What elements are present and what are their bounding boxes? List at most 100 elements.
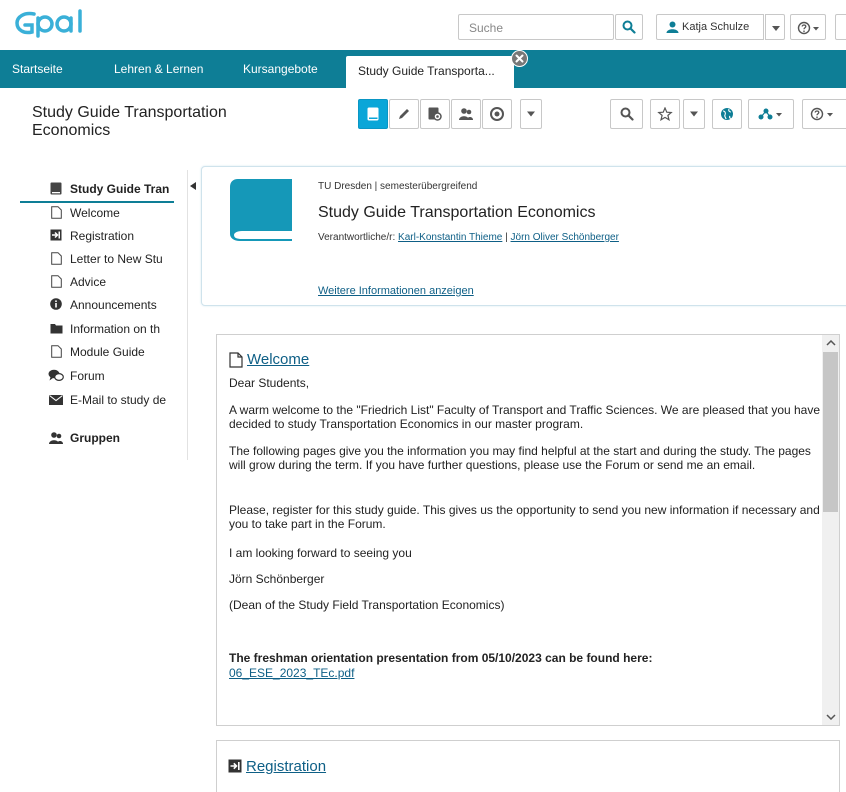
folder-icon <box>50 324 63 334</box>
enrollment-icon <box>50 229 62 241</box>
course-view-button[interactable] <box>358 99 388 129</box>
tab-study-guide[interactable]: Study Guide Transporta... <box>346 56 514 88</box>
caret-down-icon <box>527 111 535 117</box>
tree-item-registration[interactable]: Registration <box>0 225 188 247</box>
tree-item-label: Module Guide <box>70 345 145 359</box>
help-icon <box>797 21 819 35</box>
responsible-link-thieme[interactable]: Karl-Konstantin Thieme <box>398 232 502 243</box>
more-button[interactable] <box>835 14 846 40</box>
welcome-element: Welcome Dear Students, A warm welcome to… <box>216 334 840 726</box>
book-icon <box>367 107 379 121</box>
language-button[interactable] <box>712 99 742 129</box>
welcome-paragraph: The following pages give you the informa… <box>229 444 811 472</box>
groups-icon <box>49 432 63 444</box>
assessment-button[interactable] <box>482 99 512 129</box>
tab-close-button[interactable] <box>511 50 528 67</box>
welcome-paragraph: A warm welcome to the "Friedrich List" F… <box>229 403 821 431</box>
tree-item-root[interactable]: Study Guide Tran <box>0 178 188 200</box>
globe-icon <box>721 108 733 120</box>
tree-item-forum[interactable]: Forum <box>0 365 188 387</box>
user-menu-button[interactable]: Katja Schulze <box>656 14 764 40</box>
tree-item-announcements[interactable]: Announcements <box>0 294 188 316</box>
star-icon <box>657 107 673 121</box>
tree-item-label: Announcements <box>70 298 157 312</box>
share-button[interactable] <box>748 99 794 129</box>
search-button[interactable] <box>615 14 643 40</box>
tree-item-information[interactable]: Information on th <box>0 318 188 340</box>
welcome-paragraph: Please, register for this study guide. T… <box>229 503 820 531</box>
registration-heading-link[interactable]: Registration <box>246 758 326 775</box>
book-icon <box>50 182 62 195</box>
help-icon <box>810 107 833 121</box>
share-icon <box>758 108 782 120</box>
user-name: Katja Schulze <box>682 21 750 33</box>
nav-link-kursangebote[interactable]: Kursangebote <box>243 62 318 76</box>
nav-link-startseite[interactable]: Startseite <box>12 62 63 76</box>
forum-icon <box>48 369 64 382</box>
search-icon <box>622 20 636 34</box>
user-menu-dropdown[interactable] <box>765 14 785 40</box>
edit-button[interactable] <box>389 99 419 129</box>
course-help-button[interactable] <box>802 99 846 129</box>
bookmark-button[interactable] <box>650 99 680 129</box>
tree-item-letter[interactable]: Letter to New Stu <box>0 248 188 270</box>
members-icon <box>459 108 473 120</box>
caret-down-icon <box>772 26 780 31</box>
responsible-label: Verantwortliche/r: <box>318 232 396 243</box>
bookmark-dropdown[interactable] <box>683 99 705 129</box>
tree-item-advice[interactable]: Advice <box>0 271 188 293</box>
course-tools-dropdown[interactable] <box>520 99 542 129</box>
top-bar: Suche Katja Schulze <box>0 0 846 50</box>
tree-item-email[interactable]: E-Mail to study de <box>0 389 188 411</box>
page-icon <box>51 345 62 358</box>
tree-item-label: Letter to New Stu <box>70 252 163 266</box>
tree-item-label: Information on th <box>70 322 161 336</box>
mail-icon <box>49 395 63 405</box>
preview-icon <box>428 107 442 121</box>
caret-down-icon <box>690 111 698 117</box>
presentation-pdf-link[interactable]: 06_ESE_2023_TEc.pdf <box>229 666 354 680</box>
pencil-icon <box>399 109 409 119</box>
tree-item-label: Welcome <box>70 206 120 220</box>
nav-link-lehren-lernen[interactable]: Lehren & Lernen <box>114 62 203 76</box>
tree-item-groups[interactable]: Gruppen <box>0 427 188 449</box>
course-search-button[interactable] <box>610 99 643 129</box>
responsible-separator: | <box>505 232 508 243</box>
tree-item-module-guide[interactable]: Module Guide <box>0 341 188 363</box>
tree-item-label: Gruppen <box>70 431 120 445</box>
welcome-signature: Jörn Schönberger <box>229 572 325 586</box>
welcome-presentation-note: The freshman orientation presentation fr… <box>229 651 653 665</box>
page-icon <box>51 252 62 265</box>
close-icon <box>515 54 524 63</box>
course-toolbar-title: Study Guide Transportation Economics <box>32 104 227 139</box>
welcome-heading-link[interactable]: Welcome <box>247 351 309 368</box>
page-icon <box>229 352 243 368</box>
members-button[interactable] <box>451 99 481 129</box>
help-menu-button[interactable] <box>790 14 826 40</box>
tree-item-label: Study Guide Tran <box>70 182 170 196</box>
course-organization: TU Dresden | semesterübergreifend <box>318 181 478 192</box>
collapse-sidebar-icon[interactable] <box>190 182 196 190</box>
course-title: Study Guide Transportation Economics <box>318 204 596 221</box>
preview-button[interactable] <box>420 99 450 129</box>
badge-check-icon <box>490 107 504 121</box>
welcome-greeting: Dear Students, <box>229 376 310 390</box>
opal-logo[interactable] <box>14 8 100 38</box>
tree-item-label: Registration <box>70 229 135 243</box>
page-icon <box>51 206 62 219</box>
scroll-down-icon[interactable] <box>826 714 836 720</box>
welcome-paragraph: I am looking forward to seeing you <box>229 546 412 560</box>
welcome-scrollbar-thumb[interactable] <box>823 352 838 512</box>
search-icon <box>620 107 634 121</box>
tree-item-label: E-Mail to study de <box>70 393 167 407</box>
course-responsible: Verantwortliche/r: Karl-Konstantin Thiem… <box>318 232 619 243</box>
responsible-link-schoenberger[interactable]: Jörn Oliver Schönberger <box>511 232 619 243</box>
scroll-up-icon[interactable] <box>826 340 836 346</box>
info-icon <box>50 298 62 310</box>
page-icon <box>51 275 62 288</box>
welcome-signature-title: (Dean of the Study Field Transportation … <box>229 598 505 612</box>
search-input[interactable]: Suche <box>458 14 614 40</box>
tree-item-welcome[interactable]: Welcome <box>0 202 188 224</box>
more-info-link[interactable]: Weitere Informationen anzeigen <box>318 285 474 297</box>
tree-item-label: Advice <box>70 275 107 289</box>
